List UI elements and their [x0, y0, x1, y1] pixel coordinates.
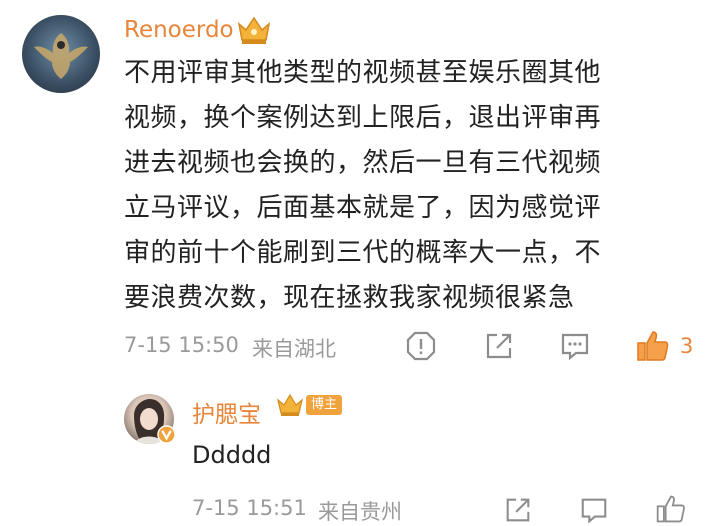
- reply-text: Ddddd: [192, 441, 272, 469]
- comment-icon: [581, 498, 607, 524]
- reply-share-button[interactable]: [502, 494, 534, 526]
- like-icon: [656, 495, 685, 523]
- reply-timestamp: 7-15 15:51: [192, 496, 307, 520]
- comment-location: 来自湖北: [252, 337, 336, 361]
- comment-author[interactable]: Renoerdo: [124, 17, 234, 43]
- like-count: 3: [680, 334, 694, 358]
- share-icon: [506, 498, 530, 522]
- report-icon: [406, 331, 436, 361]
- share-button[interactable]: [481, 328, 517, 364]
- reply-location: 来自贵州: [318, 500, 402, 524]
- comment-line: 要浪费次数，现在拯救我家视频很紧急: [124, 283, 575, 313]
- comment-text: 不用评审其他类型的视频甚至娱乐圈其他 视频，换个案例达到上限后，退出评审再 进去…: [124, 51, 694, 321]
- author-badge: 博主: [276, 393, 343, 417]
- share-icon: [486, 333, 512, 359]
- reply-author[interactable]: 护腮宝: [192, 395, 261, 429]
- report-button[interactable]: [403, 328, 439, 364]
- status-badge: 博主: [306, 395, 343, 415]
- comment-icon: [561, 333, 589, 361]
- comment-line: 审的前十个能刷到三代的概率大一点，不: [124, 238, 602, 268]
- reply-button[interactable]: [557, 328, 593, 364]
- comment-line: 立马评议，后面基本就是了，因为感觉评: [124, 193, 602, 223]
- reply-comment-button[interactable]: [578, 494, 610, 526]
- comment-line: 进去视频也会换的，然后一旦有三代视频: [124, 148, 602, 178]
- comment-line: 视频，换个案例达到上限后，退出评审再: [124, 103, 602, 133]
- crown-icon: [236, 14, 272, 50]
- avatar-eagle-art: [34, 33, 88, 79]
- crown-icon: [277, 393, 303, 416]
- comment-line: 不用评审其他类型的视频甚至娱乐圈其他: [124, 58, 602, 88]
- reply-like-button[interactable]: [654, 492, 688, 526]
- comment-timestamp: 7-15 15:50: [124, 333, 239, 357]
- avatar[interactable]: [22, 15, 100, 93]
- like-icon: [637, 331, 669, 361]
- verified-icon: [157, 425, 176, 448]
- like-button[interactable]: [634, 326, 672, 366]
